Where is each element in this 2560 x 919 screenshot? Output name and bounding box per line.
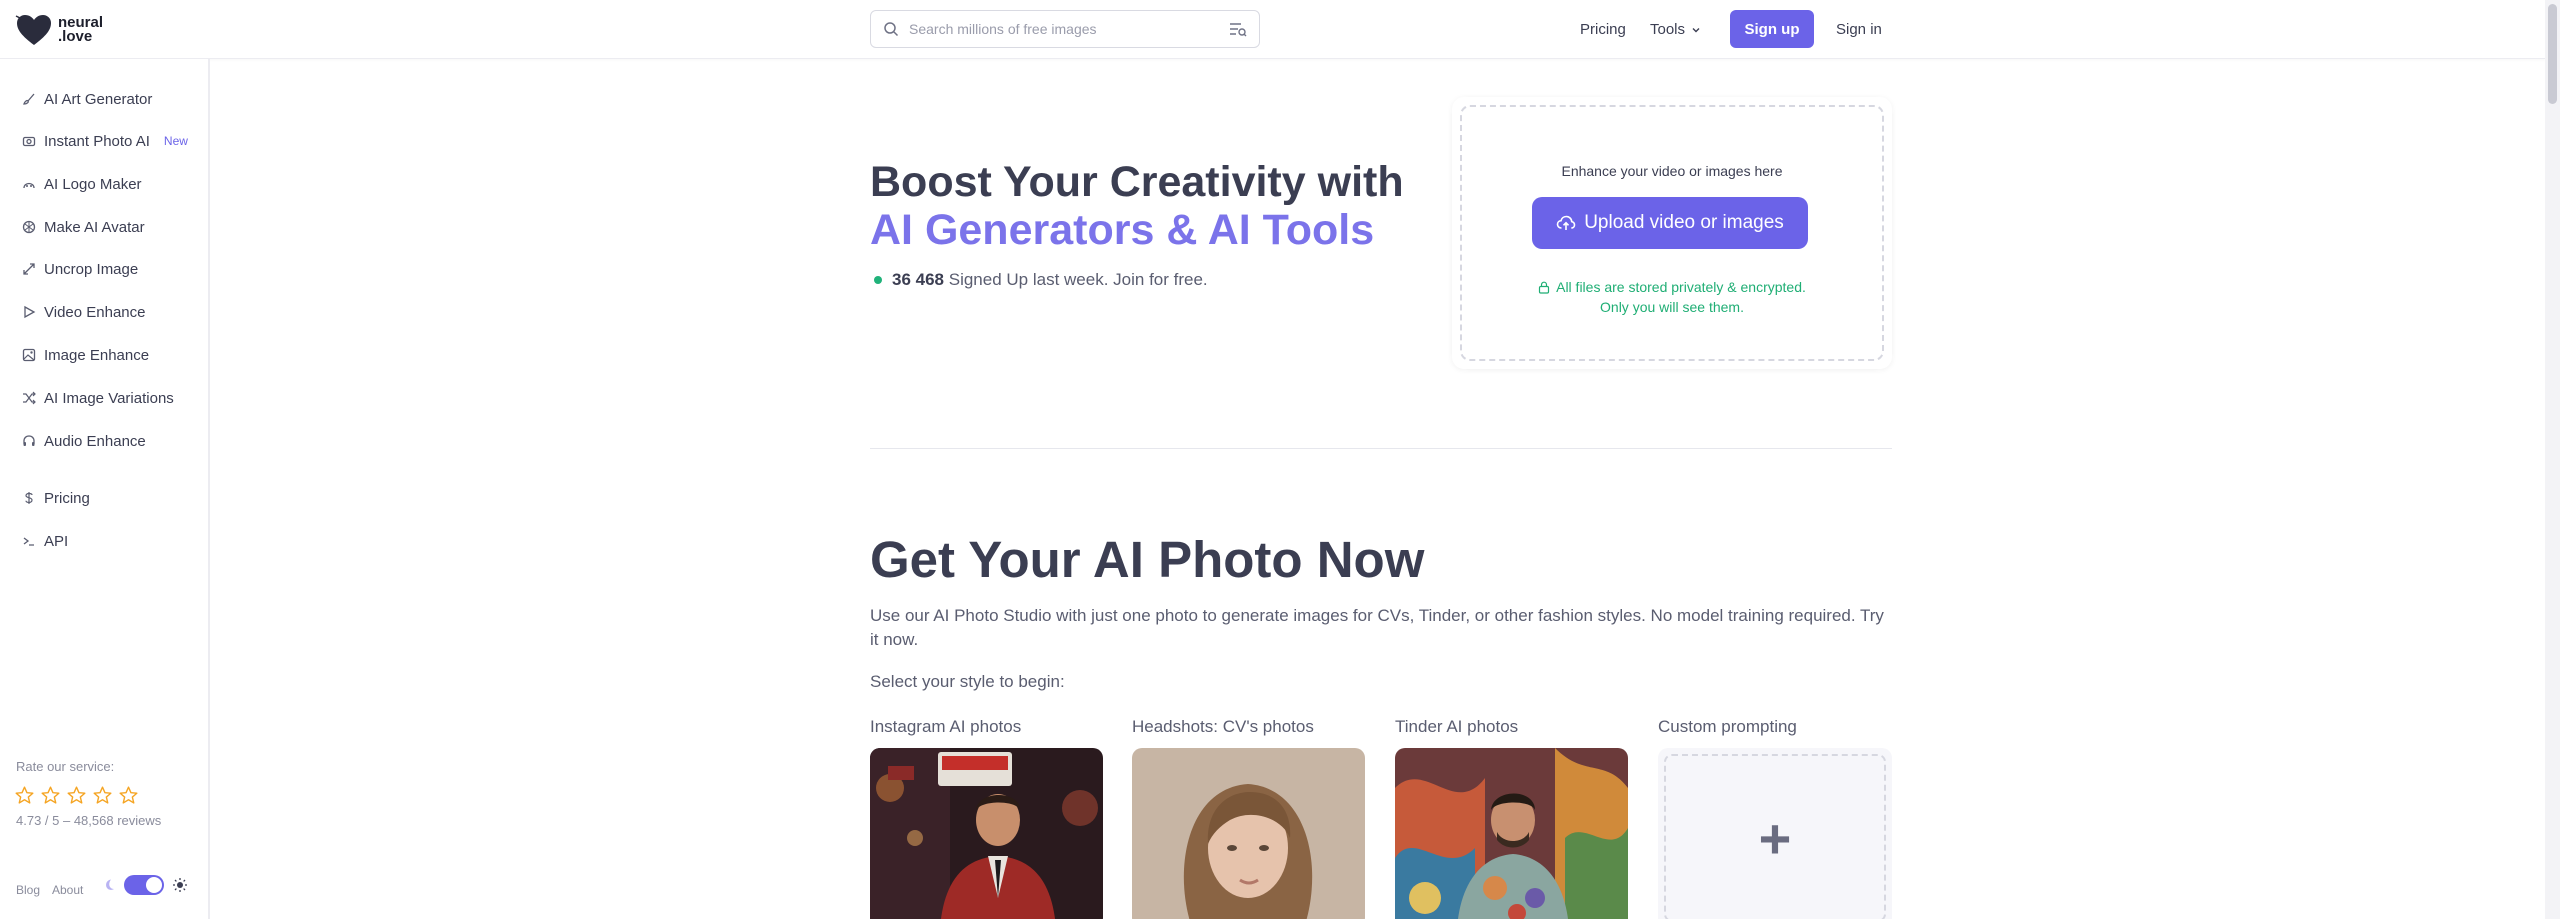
photo-section-description: Use our AI Photo Studio with just one ph… [870, 606, 1884, 649]
headshots-photo-card[interactable] [1132, 748, 1365, 919]
star-icon[interactable] [66, 785, 87, 806]
headshots-photo-image [1132, 748, 1365, 919]
card-label-instagram: Instagram AI photos [870, 717, 1022, 736]
blog-link[interactable]: Blog [16, 883, 40, 897]
upload-button-label: Upload video or images [1584, 212, 1784, 233]
sidebar-item-pricing[interactable]: Pricing [22, 488, 90, 508]
lock-icon [1539, 281, 1550, 294]
terminal-icon [23, 537, 34, 546]
sidebar-item-label: API [44, 532, 69, 550]
sidebar-item-api[interactable]: API [22, 531, 68, 551]
search-input[interactable] [909, 21, 1229, 37]
style-select-prompt: Select your style to begin: [870, 672, 1065, 691]
theme-toggle-switch[interactable] [124, 875, 164, 895]
upload-hint: Enhance your video or images here [1561, 163, 1783, 179]
sidebar-item-label: Pricing [44, 489, 90, 507]
logo-text-line2: .love [58, 28, 93, 45]
star-icon[interactable] [14, 785, 35, 806]
search-bar[interactable] [870, 10, 1260, 48]
sidebar-item-image-enhance[interactable]: Image Enhance [22, 345, 149, 365]
signin-link[interactable]: Sign in [1836, 21, 1882, 38]
signup-button[interactable]: Sign up [1730, 10, 1814, 48]
camera-icon [22, 136, 36, 147]
sidebar-item-audio-enhance[interactable]: Audio Enhance [22, 431, 146, 451]
play-icon [24, 305, 36, 319]
shuffle-icon [23, 391, 36, 405]
signup-count: 36 468 [892, 270, 944, 289]
upload-button[interactable]: Upload video or images [1532, 197, 1808, 249]
custom-prompting-card[interactable]: + [1658, 748, 1892, 919]
sun-icon [173, 878, 187, 892]
headphones-icon [23, 435, 35, 446]
star-icon[interactable] [92, 785, 113, 806]
about-link[interactable]: About [52, 883, 83, 897]
expand-icon [23, 263, 35, 275]
instagram-photo-card[interactable] [870, 748, 1103, 919]
nav-tools-dropdown[interactable]: Tools [1650, 21, 1701, 38]
cloud-upload-icon [1556, 215, 1576, 230]
scrollbar-thumb[interactable] [2548, 4, 2557, 104]
sidebar-item-label: AI Art Generator [44, 90, 153, 108]
card-label-custom: Custom prompting [1658, 717, 1797, 736]
filter-icon[interactable] [1229, 21, 1247, 37]
logo[interactable]: neural .love [14, 12, 103, 48]
theme-toggle-group[interactable] [102, 875, 188, 895]
sidebar-item-ai-art-generator[interactable]: AI Art Generator [22, 89, 152, 109]
sidebar-item-label: Make AI Avatar [44, 218, 145, 236]
upload-dropzone[interactable]: Enhance your video or images here Upload… [1460, 105, 1884, 361]
card-label-tinder: Tinder AI photos [1395, 717, 1519, 736]
photo-section-title: Get Your AI Photo Now [870, 531, 1425, 588]
brush-icon [23, 93, 35, 105]
sidebar-item-instant-photo-ai[interactable]: Instant Photo AI New [22, 131, 188, 151]
nav-tools-label: Tools [1650, 21, 1686, 38]
signup-stats: 36 468 Signed Up last week. Join for fre… [874, 270, 1208, 290]
logo-icon [23, 182, 35, 189]
sidebar-item-label: AI Image Variations [44, 389, 174, 407]
rating-stars[interactable] [14, 785, 139, 806]
tinder-photo-image [1395, 748, 1628, 919]
card-label-headshots: Headshots: CV's photos [1132, 717, 1314, 736]
page-scrollbar[interactable] [2545, 0, 2560, 919]
hero-title: Boost Your Creativity with AI Generators… [870, 158, 1404, 254]
new-badge: New [163, 134, 188, 148]
sidebar-item-label: Video Enhance [44, 303, 146, 321]
sidebar-item-label: Instant Photo AI [44, 132, 150, 150]
sidebar-item-uncrop-image[interactable]: Uncrop Image [22, 259, 138, 279]
hero-title-line1: Boost Your Creativity with [870, 158, 1404, 206]
sidebar-item-ai-image-variations[interactable]: AI Image Variations [22, 388, 174, 408]
hero-title-line2: AI Generators & AI Tools [870, 206, 1375, 254]
section-divider [870, 448, 1892, 449]
top-header: neural .love Pricing Tools Sign up Sign … [0, 0, 2545, 59]
search-icon [884, 22, 899, 37]
rating-score: 4.73 / 5 – 48,568 reviews [16, 813, 162, 828]
plus-icon: + [1664, 754, 1886, 919]
upload-card: Enhance your video or images here Upload… [1452, 97, 1892, 369]
nav-pricing-link[interactable]: Pricing [1580, 21, 1626, 38]
privacy-line2: Only you will see them. [1600, 299, 1744, 315]
rate-label: Rate our service: [16, 759, 115, 774]
sidebar: AI Art Generator Instant Photo AI New AI… [0, 59, 210, 919]
signup-text: Signed Up last week. Join for free. [948, 270, 1208, 289]
star-icon[interactable] [40, 785, 61, 806]
live-dot-icon [874, 276, 882, 284]
sidebar-item-ai-logo-maker[interactable]: AI Logo Maker [22, 174, 142, 194]
instagram-photo-image [870, 748, 1103, 919]
tinder-photo-card[interactable] [1395, 748, 1628, 919]
sidebar-item-make-ai-avatar[interactable]: Make AI Avatar [22, 217, 145, 237]
dollar-icon [25, 492, 33, 504]
sidebar-item-label: Image Enhance [44, 346, 150, 364]
sidebar-item-label: Uncrop Image [44, 260, 139, 278]
privacy-line1: All files are stored privately & encrypt… [1556, 279, 1806, 295]
moon-icon [106, 879, 114, 890]
sidebar-item-video-enhance[interactable]: Video Enhance [22, 302, 145, 322]
sidebar-item-label: Audio Enhance [44, 432, 146, 450]
chevron-down-icon [1692, 27, 1700, 32]
sidebar-item-label: AI Logo Maker [44, 175, 142, 193]
star-icon[interactable] [118, 785, 139, 806]
avatar-icon [22, 220, 36, 234]
heart-logo-icon [15, 15, 51, 45]
privacy-note: All files are stored privately & encrypt… [1462, 277, 1882, 317]
image-icon [22, 348, 36, 362]
